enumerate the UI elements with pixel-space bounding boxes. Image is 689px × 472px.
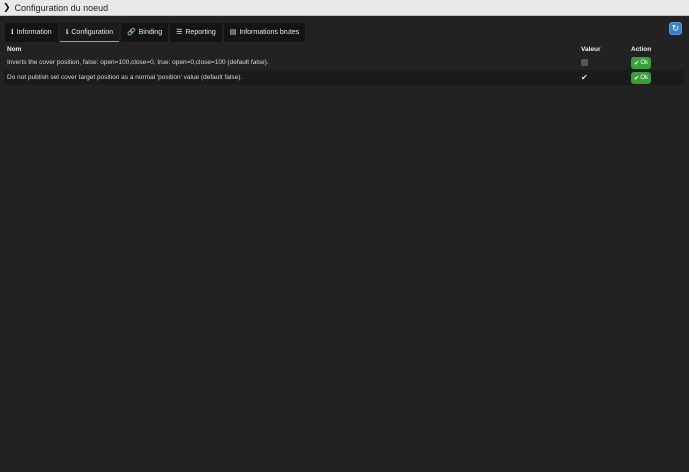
check-icon: ✔	[633, 74, 640, 82]
ok-button[interactable]: ✔ Ok	[631, 56, 651, 69]
tab-label: Informations brutes	[239, 28, 300, 36]
list-icon: ☰	[176, 28, 183, 36]
ok-button[interactable]: ✔ Ok	[631, 71, 651, 84]
header-value: Valeur	[581, 46, 601, 53]
checkbox-unchecked[interactable]	[581, 59, 588, 66]
info-icon: ℹ	[65, 28, 69, 36]
tab-label: Binding	[138, 28, 163, 36]
tab-bar: ℹ Information ℹ Configuration 🔗 Binding …	[5, 23, 306, 42]
value-cell	[581, 59, 631, 66]
config-table: Nom Valeur Action Inverts the cover posi…	[4, 44, 684, 85]
tab-label: Reporting	[185, 28, 216, 36]
tab-label: Configuration	[71, 28, 114, 36]
table-header: Nom Valeur Action	[4, 44, 684, 55]
tab-information[interactable]: ℹ Information	[5, 23, 58, 42]
info-icon: ℹ	[11, 28, 14, 36]
tab-informations-brutes[interactable]: ▤ Informations brutes	[223, 23, 306, 42]
action-cell: ✔ Ok	[631, 71, 684, 84]
title-bar: ❯ Configuration du noeud	[0, 0, 689, 16]
newspaper-icon: ▤	[229, 28, 237, 36]
tab-binding[interactable]: 🔗 Binding	[121, 23, 169, 42]
link-icon: 🔗	[127, 28, 136, 36]
node-config-window: ❯ Configuration du noeud ↻ ℹ Information…	[0, 0, 689, 472]
refresh-button[interactable]: ↻	[669, 22, 682, 35]
ok-label: Ok	[640, 59, 649, 66]
param-name: Do not publish set cover target position…	[7, 74, 243, 81]
tab-label: Information	[16, 28, 52, 36]
table-row: Inverts the cover position, false: open=…	[4, 55, 684, 70]
table-row: Do not publish set cover target position…	[4, 70, 684, 85]
chevron-right-icon[interactable]: ❯	[3, 3, 11, 12]
window-title: Configuration du noeud	[14, 2, 109, 13]
param-name: Inverts the cover position, false: open=…	[7, 59, 269, 66]
value-cell: ✔	[581, 73, 631, 82]
action-cell: ✔ Ok	[631, 56, 684, 69]
tab-reporting[interactable]: ☰ Reporting	[170, 23, 222, 42]
header-action: Action	[631, 46, 652, 53]
check-icon: ✔	[633, 59, 640, 67]
ok-label: Ok	[640, 74, 649, 81]
tab-configuration[interactable]: ℹ Configuration	[59, 23, 120, 42]
checkbox-checked[interactable]: ✔	[581, 73, 588, 82]
refresh-icon: ↻	[671, 23, 680, 33]
header-name: Nom	[7, 46, 22, 53]
